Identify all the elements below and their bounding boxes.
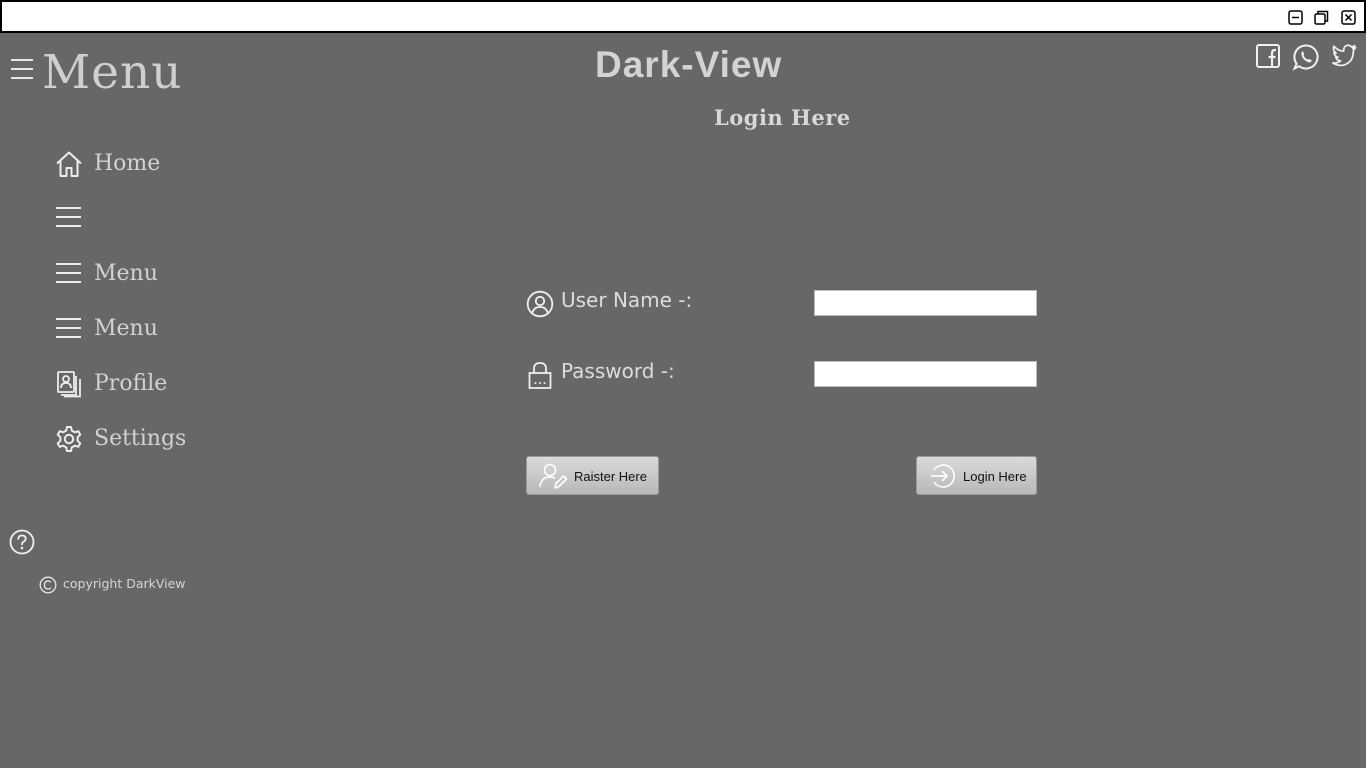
hamburger-icon <box>55 204 83 232</box>
password-label: Password -: <box>561 359 675 383</box>
hamburger-icon <box>55 260 83 288</box>
copyright-icon <box>39 576 57 598</box>
profile-icon <box>55 370 83 402</box>
home-icon <box>55 150 83 182</box>
sidebar-item-profile[interactable]: Profile <box>55 366 315 402</box>
sidebar-item-label: Settings <box>94 426 187 451</box>
facebook-icon[interactable] <box>1255 43 1281 73</box>
login-arrow-icon <box>928 462 956 493</box>
sidebar-item-label: Profile <box>94 371 168 396</box>
user-icon <box>526 290 554 322</box>
username-label: User Name -: <box>561 288 693 312</box>
sidebar-item-settings[interactable]: Settings <box>55 421 315 457</box>
copyright-text: copyright DarkView <box>63 576 186 591</box>
minimize-icon[interactable] <box>1288 10 1303 25</box>
sidebar-item-label: Menu <box>94 316 158 341</box>
register-button[interactable]: Raister Here <box>526 456 659 495</box>
sidebar-item-menu[interactable]: Menu <box>55 256 315 292</box>
sidebar-title: Menu <box>42 45 183 100</box>
lock-icon <box>527 360 553 394</box>
login-button-label: Login Here <box>963 469 1027 484</box>
close-icon[interactable] <box>1341 10 1356 25</box>
login-title: Login Here <box>714 105 851 130</box>
login-button[interactable]: Login Here <box>916 456 1037 495</box>
username-input[interactable] <box>814 290 1037 316</box>
user-edit-icon <box>538 462 568 493</box>
hamburger-icon <box>55 315 83 343</box>
sidebar-item-home[interactable]: Home <box>55 146 315 182</box>
window-titlebar <box>0 0 1366 33</box>
sidebar-item-menu-blank[interactable] <box>55 200 315 236</box>
register-button-label: Raister Here <box>574 469 647 484</box>
sidebar-item-menu-2[interactable]: Menu <box>55 311 315 347</box>
password-input[interactable] <box>814 361 1037 387</box>
help-icon[interactable] <box>9 529 35 559</box>
twitter-icon[interactable] <box>1331 43 1357 71</box>
restore-icon[interactable] <box>1314 10 1329 25</box>
app-title: Dark-View <box>595 44 783 85</box>
sidebar-item-label: Menu <box>94 261 158 286</box>
sidebar-item-label: Home <box>94 151 161 176</box>
gear-icon <box>55 425 83 457</box>
whatsapp-icon[interactable] <box>1292 43 1320 75</box>
hamburger-icon[interactable] <box>10 58 34 84</box>
